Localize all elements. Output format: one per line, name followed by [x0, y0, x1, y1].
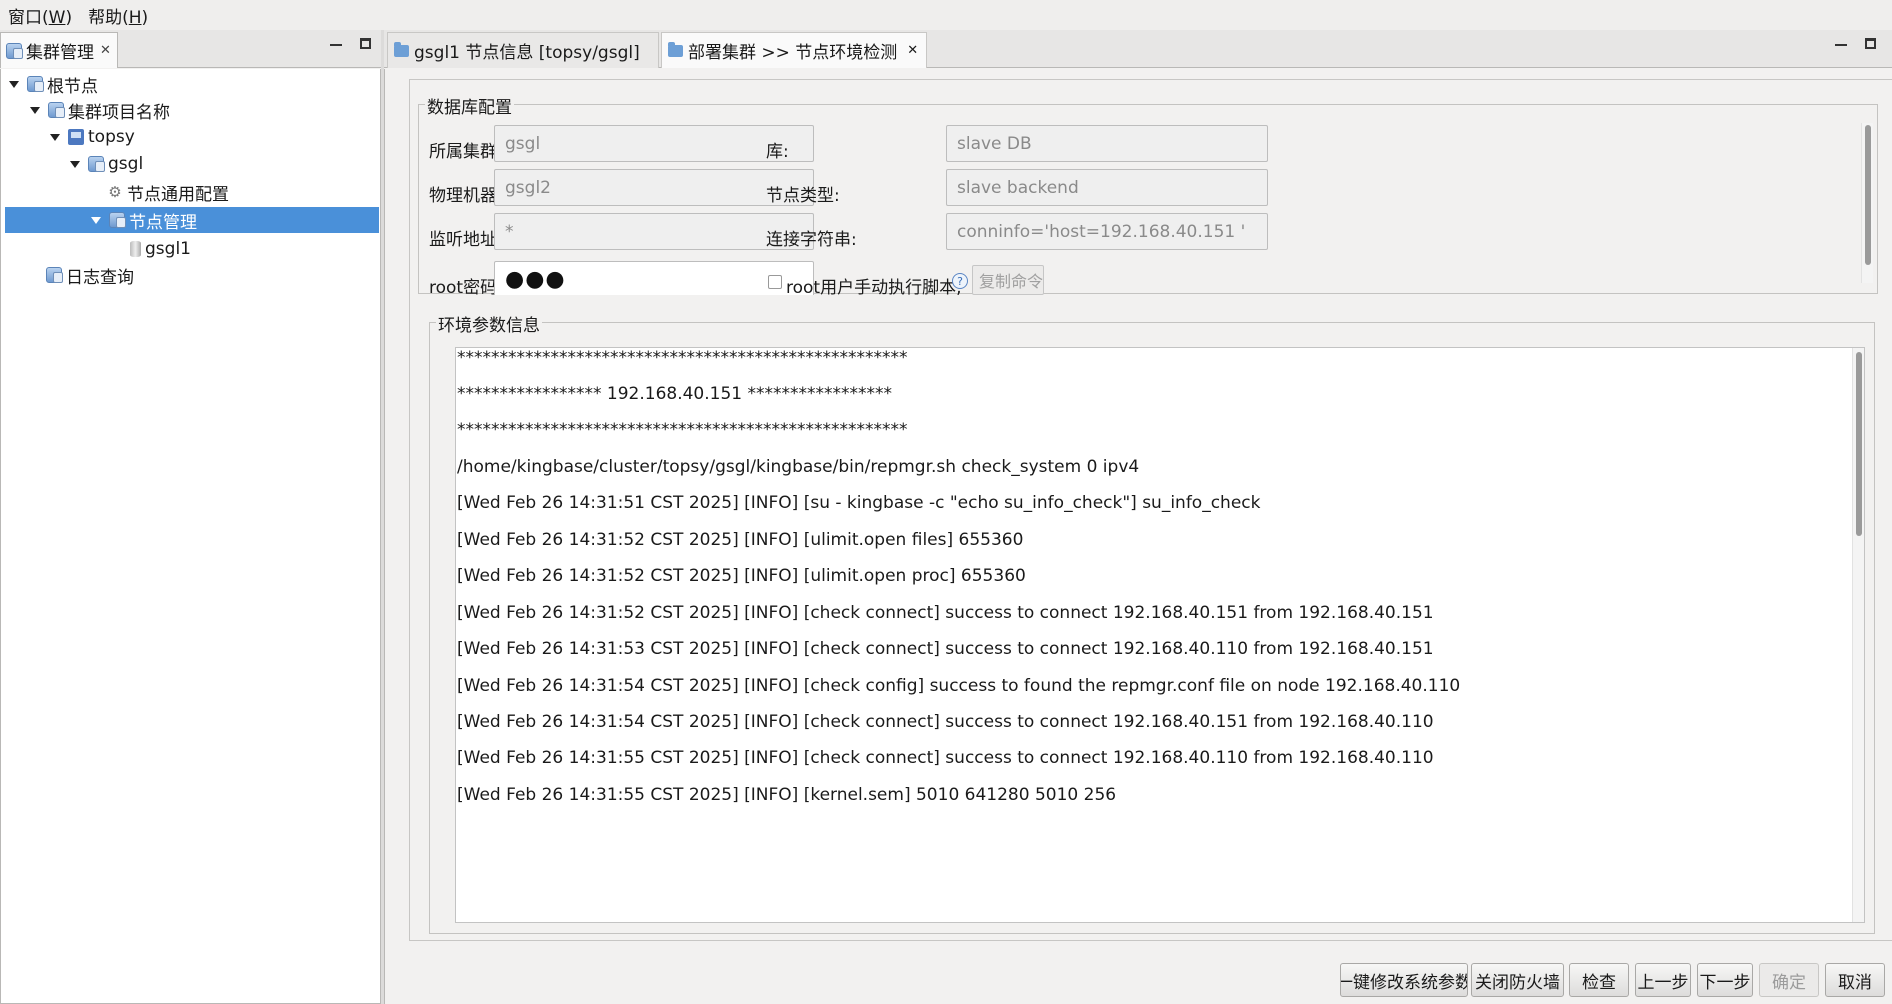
panel-window-controls [330, 38, 371, 49]
tree-item-node-common-config[interactable]: ⚙ 节点通用配置 [107, 179, 229, 205]
conn-string-label: 连接字符串: [766, 230, 857, 250]
log-line: [Wed Feb 26 14:31:55 CST 2025] [INFO] [c… [457, 748, 1434, 768]
node-type-field[interactable]: slave backend [946, 169, 1268, 206]
menu-window[interactable]: 窗口(W) [8, 3, 72, 28]
env-info-legend: 环境参数信息 [436, 311, 542, 336]
editor-tabbar: gsgl1 节点信息 [topsy/gsgl] 部署集群 >> 节点环境检测 ✕ [384, 30, 1892, 68]
next-step-button[interactable]: 下一步 [1697, 963, 1753, 997]
tab-node-info[interactable]: gsgl1 节点信息 [topsy/gsgl] [387, 32, 659, 68]
db-config-viewport: 所属集群: gsgl 库: slave DB 物理机器: gsgl2 节点类型:… [419, 105, 1879, 295]
cluster-label: 所属集群: [429, 142, 503, 162]
chevron-down-icon[interactable] [30, 106, 40, 114]
env-info-group: 环境参数信息 *********************************… [429, 311, 1875, 934]
tab-node-env-check[interactable]: 部署集群 >> 节点环境检测 ✕ [661, 32, 927, 68]
tree-item-topsy[interactable]: topsy [50, 124, 135, 150]
machine-label: 物理机器: [429, 186, 503, 206]
db-config-scrollbar[interactable] [1861, 123, 1873, 283]
env-log-textarea[interactable]: ****************************************… [455, 347, 1865, 923]
tree-item-cluster-project[interactable]: 集群项目名称 [30, 97, 170, 123]
folder-icon [668, 41, 683, 57]
menu-bar: 窗口(W) 帮助(H) [0, 0, 1892, 30]
check-button[interactable]: 检查 [1569, 963, 1629, 997]
host-icon [68, 129, 84, 145]
root-manual-checkbox[interactable] [768, 275, 782, 289]
database-node-icon [130, 241, 141, 257]
tree-item-log-query[interactable]: 日志查询 [46, 262, 134, 288]
editor-window-controls [1835, 38, 1876, 49]
maximize-icon[interactable] [360, 38, 371, 49]
maximize-icon[interactable] [1865, 38, 1876, 49]
log-line: [Wed Feb 26 14:31:52 CST 2025] [INFO] [c… [457, 603, 1434, 623]
modify-system-params-button[interactable]: 一键修改系统参数 [1340, 963, 1468, 997]
log-line: /home/kingbase/cluster/topsy/gsgl/kingba… [457, 457, 1140, 477]
wizard-page: 数据库配置 所属集群: gsgl 库: slave DB 物理机器: gsgl2… [409, 79, 1892, 941]
db-field[interactable]: slave DB [946, 125, 1268, 162]
ok-button[interactable]: 确定 [1759, 963, 1819, 997]
log-line: ****************************************… [457, 348, 908, 368]
cluster-icon [109, 212, 126, 228]
log-line: ****************************************… [457, 420, 908, 440]
cluster-icon [48, 102, 65, 118]
log-line: [Wed Feb 26 14:31:55 CST 2025] [INFO] [k… [457, 785, 1117, 805]
tree-item-gsgl1[interactable]: gsgl1 [130, 236, 191, 262]
root-manual-label: root用户手动执行脚本, [786, 278, 962, 295]
cluster-tree: 根节点 集群项目名称 topsy gsgl ⚙ 节点通用配置 节点管理 gsgl… [0, 69, 381, 1004]
cluster-panel-tabbar: 集群管理 ✕ [0, 30, 381, 68]
chevron-down-icon[interactable] [91, 216, 101, 224]
cluster-icon [88, 156, 105, 172]
close-icon[interactable]: ✕ [907, 43, 918, 58]
log-line: [Wed Feb 26 14:31:53 CST 2025] [INFO] [c… [457, 639, 1434, 659]
wizard-button-row: 一键修改系统参数 关闭防火墙 检查 上一步 下一步 确定 取消 [385, 963, 1892, 997]
minimize-icon[interactable] [1835, 44, 1847, 46]
log-line: [Wed Feb 26 14:31:52 CST 2025] [INFO] [u… [457, 566, 1026, 586]
folder-icon [394, 41, 409, 57]
prev-step-button[interactable]: 上一步 [1635, 963, 1691, 997]
close-firewall-button[interactable]: 关闭防火墙 [1471, 963, 1564, 997]
tree-item-root[interactable]: 根节点 [9, 71, 98, 97]
cluster-icon [27, 76, 44, 92]
conn-string-field[interactable]: conninfo='host=192.168.40.151 ' [946, 213, 1268, 250]
scrollbar-thumb[interactable] [1865, 125, 1871, 265]
db-label: 库: [766, 142, 789, 162]
db-config-group: 数据库配置 所属集群: gsgl 库: slave DB 物理机器: gsgl2… [418, 93, 1879, 295]
root-password-label: root密码: [429, 278, 503, 295]
scrollbar-thumb[interactable] [1856, 352, 1862, 536]
log-line: [Wed Feb 26 14:31:54 CST 2025] [INFO] [c… [457, 676, 1461, 696]
log-line: [Wed Feb 26 14:31:54 CST 2025] [INFO] [c… [457, 712, 1434, 732]
gear-icon: ⚙ [108, 183, 122, 201]
menu-help[interactable]: 帮助(H) [88, 3, 148, 28]
node-type-label: 节点类型: [766, 186, 840, 206]
close-icon[interactable]: ✕ [100, 43, 111, 58]
env-log-scrollbar[interactable] [1852, 348, 1864, 922]
chevron-down-icon[interactable] [9, 80, 19, 88]
cluster-icon [6, 42, 23, 59]
log-line: ***************** 192.168.40.151 *******… [457, 384, 892, 404]
editor-body: 数据库配置 所属集群: gsgl 库: slave DB 物理机器: gsgl2… [384, 69, 1892, 1004]
listen-label: 监听地址: [429, 230, 503, 250]
tab-cluster-management[interactable]: 集群管理 ✕ [0, 32, 118, 68]
cluster-icon [46, 267, 63, 283]
chevron-down-icon[interactable] [70, 160, 80, 168]
chevron-down-icon[interactable] [50, 133, 60, 141]
log-line: [Wed Feb 26 14:31:52 CST 2025] [INFO] [u… [457, 530, 1024, 550]
copy-command-button[interactable]: 复制命令 [972, 265, 1044, 295]
tree-item-gsgl[interactable]: gsgl [70, 151, 143, 177]
tree-item-node-management[interactable]: 节点管理 [5, 207, 379, 233]
root-password-field[interactable]: ●●● [494, 261, 814, 295]
log-line: [Wed Feb 26 14:31:51 CST 2025] [INFO] [s… [457, 493, 1261, 513]
minimize-icon[interactable] [330, 44, 342, 46]
cancel-button[interactable]: 取消 [1825, 963, 1885, 997]
help-icon[interactable]: ? [952, 273, 968, 289]
